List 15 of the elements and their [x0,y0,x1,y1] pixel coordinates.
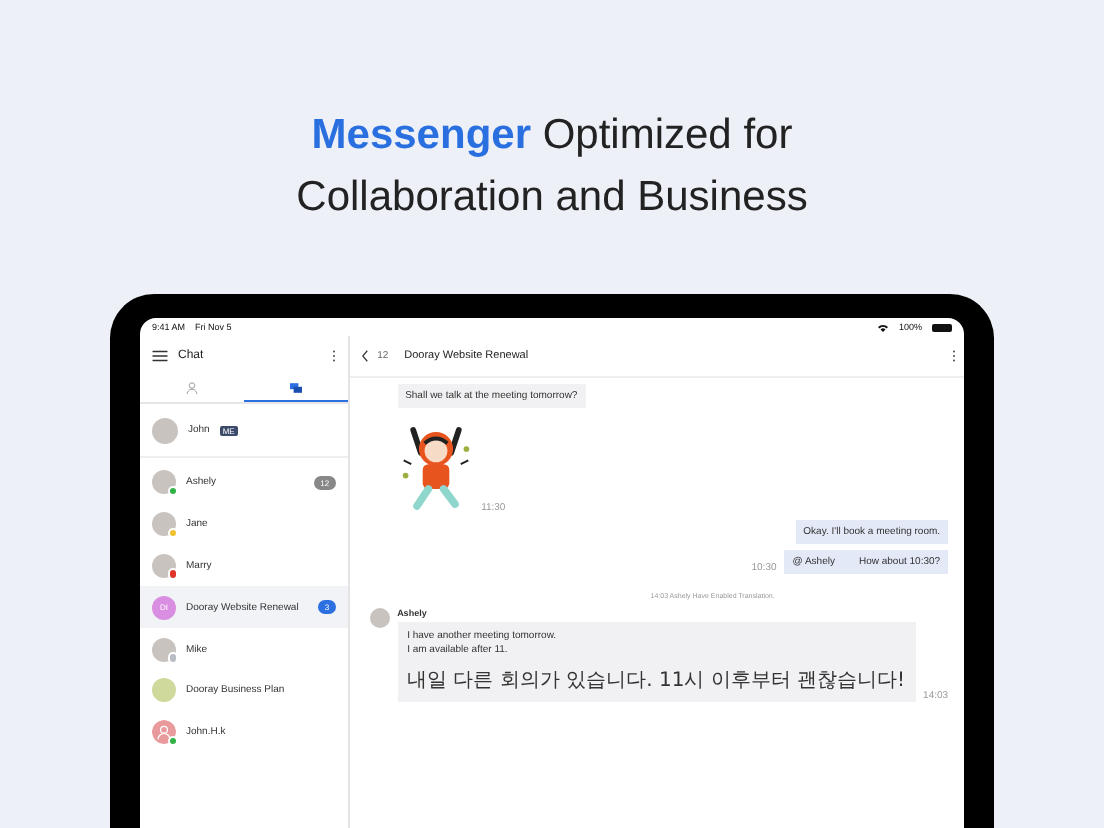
avatar [152,512,176,537]
battery-icon [932,323,952,331]
translated-text: 내일 다른 회의가 있습니다. 11시 이후부터 괜찮습니다! [407,668,906,694]
person-icon [185,382,198,394]
avatar [152,553,176,578]
wifi-icon [878,323,889,331]
avatar [152,637,176,662]
menu-icon[interactable] [152,350,168,362]
avatar [152,470,176,495]
chat-bubbles-icon [289,382,302,394]
avatar [152,417,178,443]
headline: Messenger Optimized for Collaboration and Business [294,110,810,224]
sticker-drawing [397,422,474,514]
back-icon[interactable] [361,350,368,362]
avatar [369,608,390,628]
